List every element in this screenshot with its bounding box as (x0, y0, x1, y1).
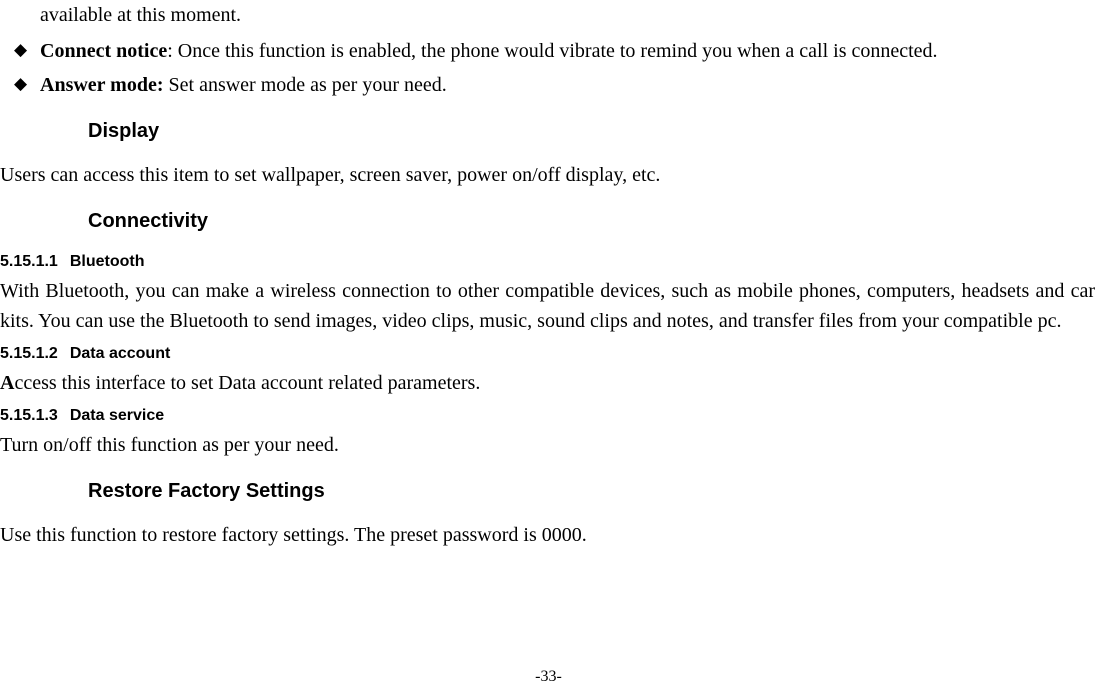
document-content: available at this moment. Connect notice… (0, 0, 1095, 550)
heading-connectivity: Connectivity (0, 206, 1095, 236)
subheading-num: 5.15.1.1 (0, 250, 58, 274)
fragment-line: available at this moment. (0, 0, 1095, 30)
heading-restore: Restore Factory Settings (0, 476, 1095, 506)
bullet-label: Connect notice (40, 40, 167, 62)
data-account-body: Access this interface to set Data accoun… (0, 368, 1095, 398)
bullet-sep: : (167, 40, 178, 62)
heading-display: Display (0, 116, 1095, 146)
list-item: Answer mode: Set answer mode as per your… (0, 70, 1095, 100)
subheading-bluetooth: 5.15.1.1 Bluetooth (0, 250, 1095, 274)
bullet-list: Connect notice: Once this function is en… (0, 36, 1095, 100)
bullet-text: Once this function is enabled, the phone… (178, 40, 938, 62)
bluetooth-body: With Bluetooth, you can make a wireless … (0, 276, 1095, 336)
subheading-num: 5.15.1.2 (0, 342, 58, 366)
page-number: -33- (0, 665, 1097, 689)
list-item: Connect notice: Once this function is en… (0, 36, 1095, 66)
body-rest: ccess this interface to set Data account… (14, 372, 480, 394)
bullet-text: Set answer mode as per your need. (169, 74, 447, 96)
subheading-data-account: 5.15.1.2 Data account (0, 342, 1095, 366)
subheading-title: Data account (70, 345, 170, 362)
bullet-label: Answer mode: (40, 74, 164, 96)
subheading-data-service: 5.15.1.3 Data service (0, 404, 1095, 428)
data-service-body: Turn on/off this function as per your ne… (0, 430, 1095, 460)
display-body: Users can access this item to set wallpa… (0, 160, 1095, 190)
subheading-num: 5.15.1.3 (0, 404, 58, 428)
restore-body: Use this function to restore factory set… (0, 520, 1095, 550)
subheading-title: Data service (70, 407, 164, 424)
subheading-title: Bluetooth (70, 253, 145, 270)
body-first-letter: A (0, 372, 14, 394)
